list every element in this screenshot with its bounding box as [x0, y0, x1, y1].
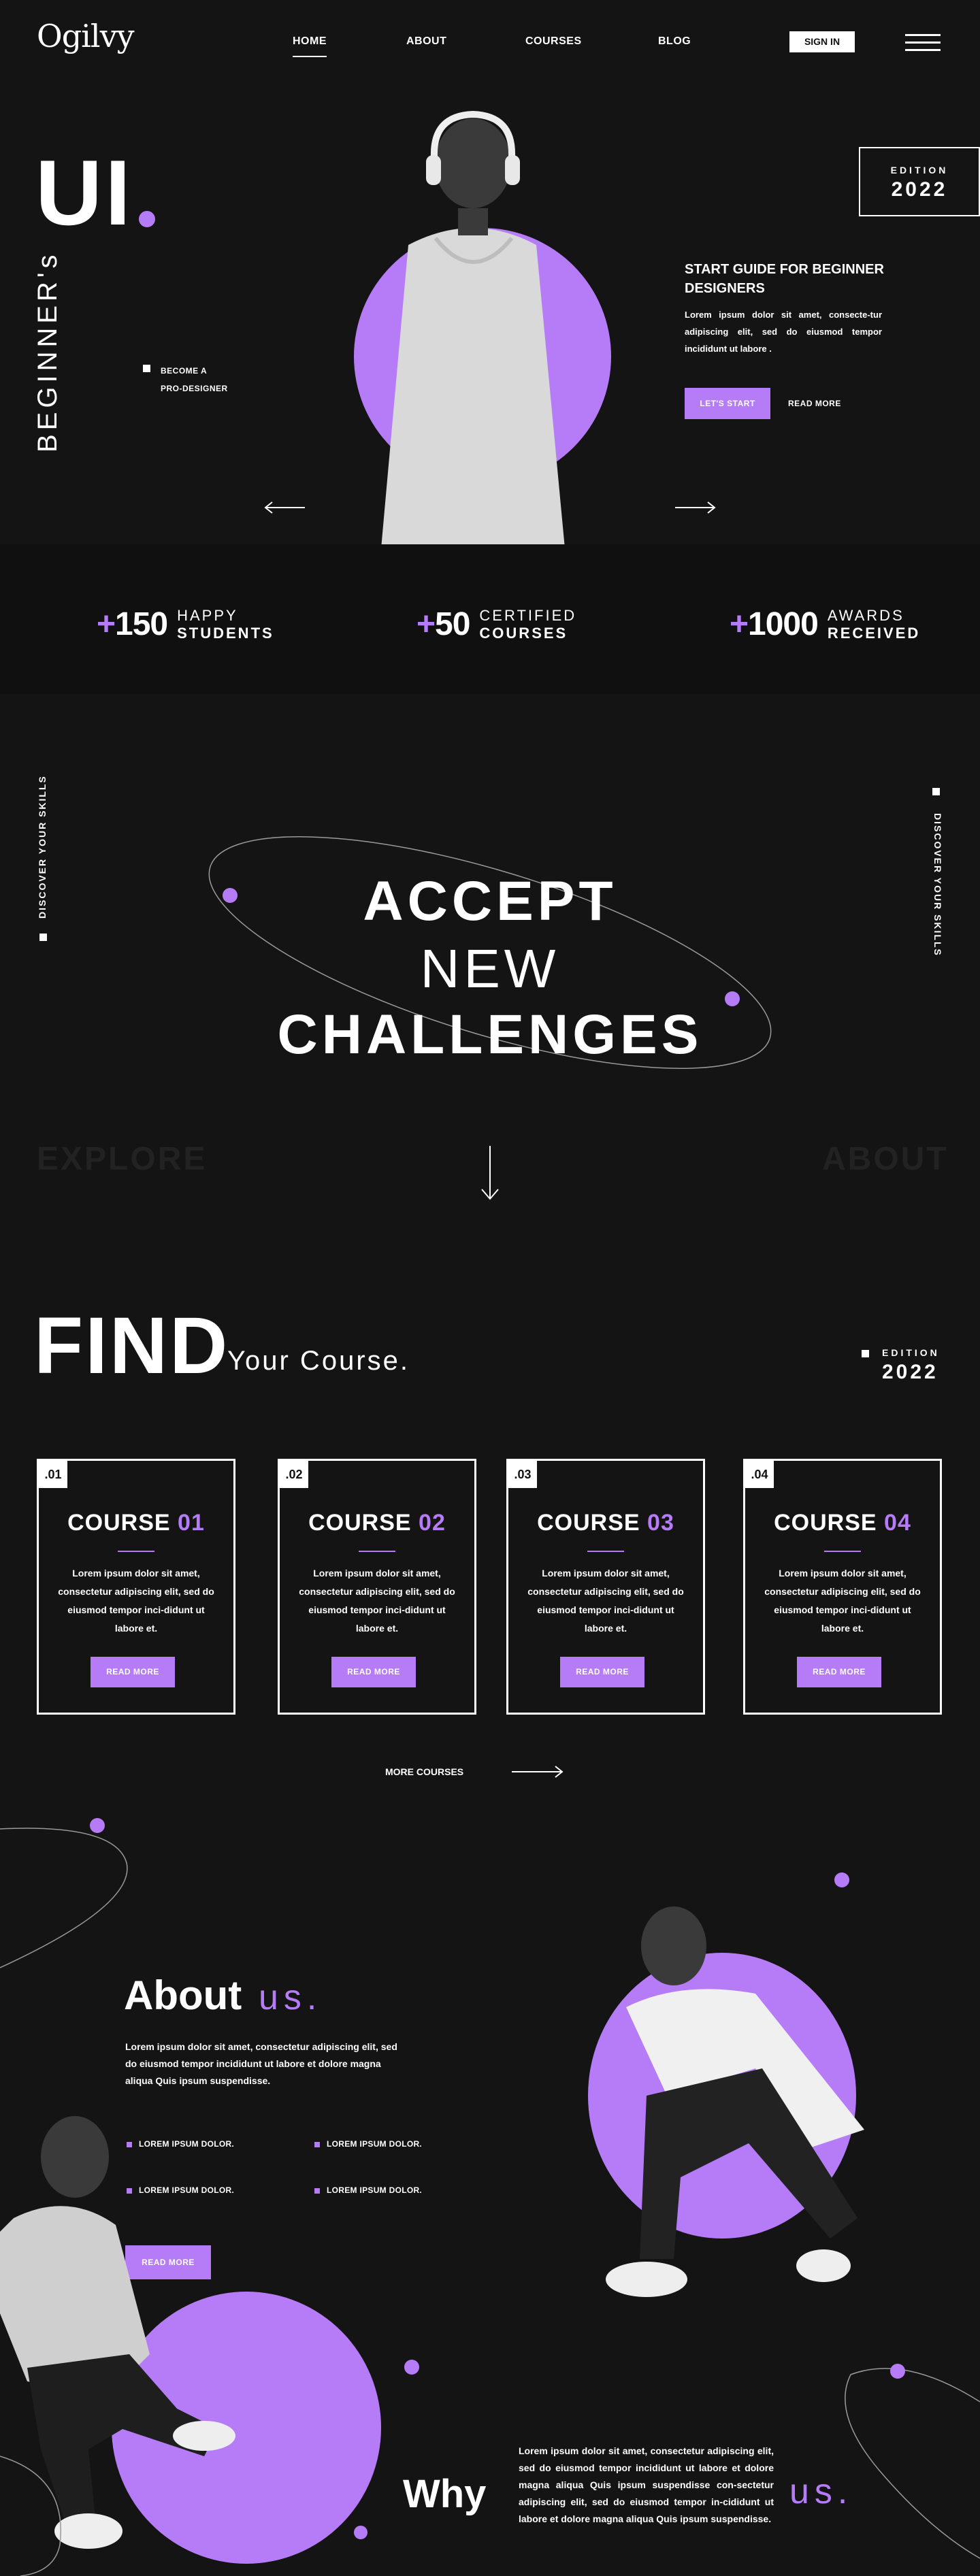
challenge-line-2: NEW: [420, 938, 560, 999]
orbit-ellipse-bottom-right: [845, 2368, 980, 2559]
card-title: COURSE 02: [308, 1510, 446, 1536]
square-bullet-icon: [143, 365, 150, 372]
accent-dot: [890, 2364, 905, 2379]
read-more-link[interactable]: READ MORE: [788, 388, 841, 419]
hero-title-dot: [139, 211, 155, 227]
card-read-more-button[interactable]: READ MORE: [91, 1657, 175, 1687]
stat-awards: +1000 AWARDS RECEIVED: [730, 606, 921, 642]
nav-link-blog[interactable]: BLOG: [658, 35, 691, 48]
find-title: FIND: [34, 1301, 230, 1391]
orbit-ellipse-bottom-left: [0, 2456, 61, 2576]
hero-person-image: [381, 110, 565, 548]
card-number: .01: [39, 1461, 67, 1488]
feature-item: LOREM IPSUM DOLOR.: [314, 2185, 422, 2195]
why-text: Lorem ipsum dolor sit amet, consectetur …: [519, 2445, 774, 2524]
arrow-right-icon[interactable]: [675, 501, 716, 514]
card-divider: [118, 1551, 154, 1552]
card-text: Lorem ipsum dolor sit amet, consectetur …: [764, 1568, 921, 1634]
card-divider: [587, 1551, 624, 1552]
card-number: .02: [280, 1461, 308, 1488]
more-courses-link[interactable]: MORE COURSES: [385, 1766, 463, 1777]
nav-link-home[interactable]: HOME: [293, 35, 327, 57]
course-card[interactable]: .04 COURSE 04 Lorem ipsum dolor sit amet…: [743, 1459, 942, 1715]
accent-dot: [354, 2526, 368, 2539]
nav-link-courses[interactable]: COURSES: [525, 35, 582, 48]
card-read-more-button[interactable]: READ MORE: [797, 1657, 881, 1687]
sign-in-button[interactable]: SIGN IN: [789, 31, 855, 52]
logo[interactable]: Ogilvy: [37, 18, 135, 54]
accent-dot: [90, 1818, 105, 1833]
feature-item: LOREM IPSUM DOLOR.: [314, 2139, 422, 2149]
challenge-line-3: CHALLENGES: [277, 1004, 703, 1066]
card-number: .03: [508, 1461, 537, 1488]
card-number: .04: [745, 1461, 774, 1488]
course-card[interactable]: .01 COURSE 01 Lorem ipsum dolor sit amet…: [37, 1459, 235, 1715]
card-title: COURSE 04: [774, 1510, 911, 1536]
square-bullet-icon: [932, 788, 940, 795]
ghost-text-explore: EXPLORE: [37, 1141, 208, 1177]
accent-dot: [404, 2360, 419, 2375]
guide-text: Lorem ipsum dolor sit amet, consecte-tur…: [685, 310, 882, 354]
accent-dot: [834, 1872, 849, 1887]
course-card[interactable]: .03 COURSE 03 Lorem ipsum dolor sit amet…: [506, 1459, 705, 1715]
edition-label-2: EDITION 2022: [882, 1347, 940, 1383]
nav-link-about[interactable]: ABOUT: [406, 35, 446, 48]
edition-badge: EDITION 2022: [859, 147, 980, 216]
card-text: Lorem ipsum dolor sit amet, consectetur …: [58, 1568, 214, 1634]
hero-badge: BECOME A PRO-DESIGNER: [161, 366, 228, 393]
square-bullet-icon: [862, 1350, 869, 1357]
card-read-more-button[interactable]: READ MORE: [331, 1657, 416, 1687]
ghost-text-about: ABOUT: [822, 1141, 949, 1177]
card-divider: [359, 1551, 395, 1552]
arrow-right-icon[interactable]: [512, 1765, 564, 1779]
guide-title: START GUIDE FOR BEGINNER DESIGNERS: [685, 262, 884, 296]
challenge-line-1: ACCEPT: [363, 870, 617, 932]
hero-vertical-text: BEGINNER's: [33, 250, 63, 452]
menu-icon[interactable]: [905, 34, 941, 52]
why-accent: us.: [789, 2472, 853, 2511]
card-text: Lorem ipsum dolor sit amet, consectetur …: [527, 1568, 684, 1634]
card-text: Lorem ipsum dolor sit amet, consectetur …: [299, 1568, 455, 1634]
card-divider: [824, 1551, 861, 1552]
about-title: About: [124, 1972, 242, 2018]
course-card[interactable]: .02 COURSE 02 Lorem ipsum dolor sit amet…: [278, 1459, 476, 1715]
arrow-down-icon[interactable]: [480, 1146, 500, 1200]
why-title: Why: [403, 2472, 487, 2516]
hero-title: UI: [35, 141, 133, 244]
card-title: COURSE 03: [537, 1510, 674, 1536]
card-title: COURSE 01: [67, 1510, 205, 1536]
stat-courses: +50 CERTIFIED COURSES: [416, 606, 577, 642]
about-person-image: [606, 1906, 864, 2297]
arrow-left-icon[interactable]: [264, 501, 305, 514]
lets-start-button[interactable]: LET'S START: [685, 388, 770, 419]
find-subtitle: Your Course.: [227, 1346, 410, 1376]
card-read-more-button[interactable]: READ MORE: [560, 1657, 644, 1687]
about-accent: us.: [259, 1978, 323, 2017]
orbit-ellipse-top-left: [0, 1828, 128, 1968]
stat-students: +150 HAPPY STUDENTS: [97, 606, 274, 642]
about-text: Lorem ipsum dolor sit amet, consectetur …: [125, 2041, 397, 2086]
